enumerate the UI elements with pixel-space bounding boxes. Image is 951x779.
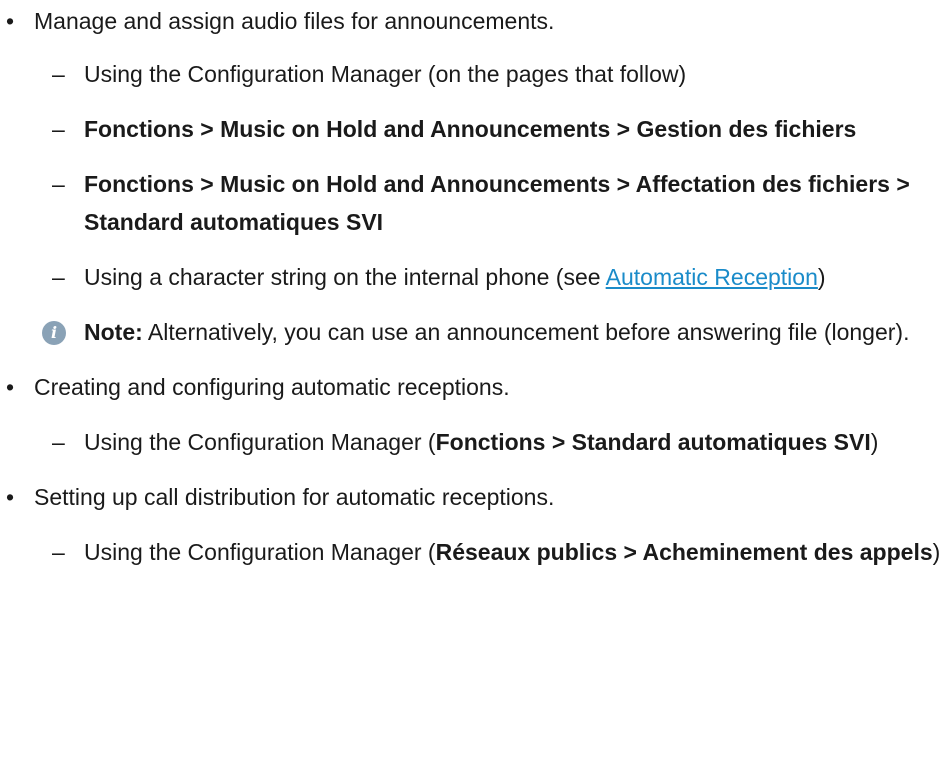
list-item: • Manage and assign audio files for anno… xyxy=(0,2,951,40)
sub-list-item-text: Using the Configuration Manager (on the … xyxy=(84,61,687,87)
dash-icon: – xyxy=(52,171,65,197)
document-body: • Manage and assign audio files for anno… xyxy=(0,0,951,571)
dash-icon: – xyxy=(52,264,65,290)
menu-path: Fonctions > Music on Hold and Announceme… xyxy=(84,116,857,142)
bullet-icon: • xyxy=(6,484,15,510)
sub-list-item-prefix: Using the Configuration Manager ( xyxy=(84,539,436,565)
list-item-text: Manage and assign audio files for announ… xyxy=(34,8,555,34)
menu-path: Fonctions > Standard automatiques SVI xyxy=(435,429,871,455)
sub-list-item-prefix: Using a character string on the internal… xyxy=(84,264,606,290)
dash-icon: – xyxy=(52,61,65,87)
dash-icon: – xyxy=(52,539,65,565)
list-item: • Setting up call distribution for autom… xyxy=(0,478,951,516)
note-label: Note: xyxy=(84,319,143,345)
sub-list-item: – Using the Configuration Manager (Résea… xyxy=(0,533,951,571)
sub-list-item-prefix: Using the Configuration Manager ( xyxy=(84,429,436,455)
sub-list-item: – Fonctions > Music on Hold and Announce… xyxy=(0,165,951,241)
note: i Note: Alternatively, you can use an an… xyxy=(0,313,951,351)
note-text: Alternatively, you can use an announceme… xyxy=(142,319,910,345)
dash-icon: – xyxy=(52,116,65,142)
sub-list-item: – Using a character string on the intern… xyxy=(0,258,951,296)
sub-list-item-suffix: ) xyxy=(870,429,879,455)
bullet-icon: • xyxy=(6,374,15,400)
bullet-icon: • xyxy=(6,8,15,34)
info-icon: i xyxy=(42,321,66,345)
list-item: • Creating and configuring automatic rec… xyxy=(0,368,951,406)
dash-icon: – xyxy=(52,429,65,455)
list-item-text: Setting up call distribution for automat… xyxy=(34,484,555,510)
automatic-reception-link[interactable]: Automatic Reception xyxy=(606,264,818,290)
menu-path: Fonctions > Music on Hold and Announceme… xyxy=(84,171,910,235)
sub-list-item-suffix: ) xyxy=(817,264,826,290)
menu-path: Réseaux publics > Acheminement des appel… xyxy=(435,539,933,565)
sub-list-item: – Using the Configuration Manager (Fonct… xyxy=(0,423,951,461)
list-item-text: Creating and configuring automatic recep… xyxy=(34,374,510,400)
sub-list-item: – Fonctions > Music on Hold and Announce… xyxy=(0,110,951,148)
sub-list-item-suffix: ) xyxy=(932,539,941,565)
sub-list-item: – Using the Configuration Manager (on th… xyxy=(0,55,951,93)
